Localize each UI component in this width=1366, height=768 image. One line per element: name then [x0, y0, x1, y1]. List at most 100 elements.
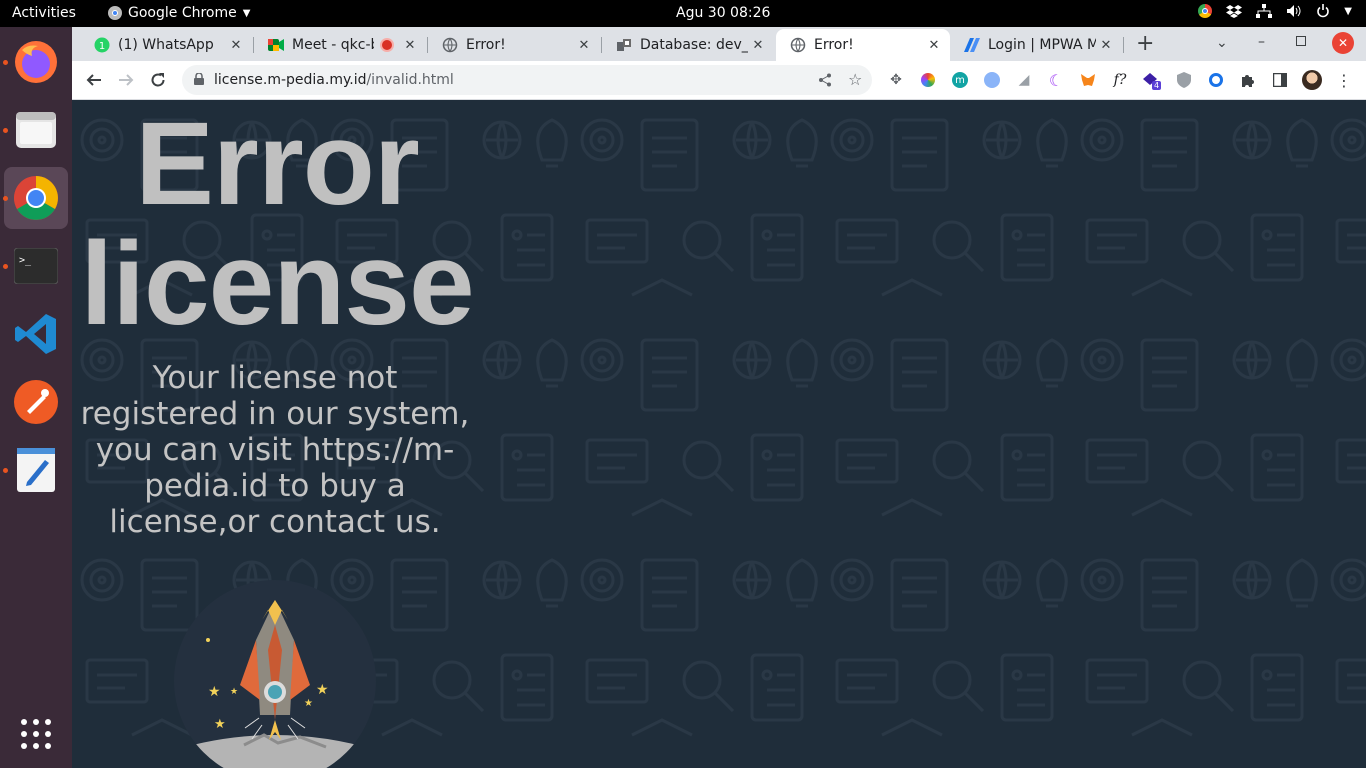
side-panel-icon[interactable] [1270, 70, 1290, 90]
svg-text:★: ★ [230, 687, 238, 697]
power-icon[interactable] [1316, 4, 1330, 18]
google-meet-icon [268, 37, 284, 53]
svg-text:>_: >_ [19, 255, 32, 266]
reload-button[interactable] [146, 68, 170, 92]
activities-button[interactable]: Activities [12, 5, 76, 21]
tab-mpwa-login[interactable]: Login | MPWA M ✕ [950, 29, 1122, 61]
tab-separator [1123, 37, 1124, 53]
tab-title: Error! [814, 37, 854, 53]
address-bar[interactable]: license.m-pedia.my.id/invalid.html ☆ [182, 65, 872, 95]
bookmark-star-icon[interactable]: ☆ [848, 70, 862, 89]
color-picker-extension-icon[interactable] [918, 70, 938, 90]
tab-search-button[interactable]: ⌄ [1216, 35, 1228, 51]
formula-extension-icon[interactable]: f? [1110, 70, 1130, 90]
svg-text:★: ★ [316, 682, 329, 698]
url-text[interactable]: license.m-pedia.my.id/invalid.html [214, 72, 454, 88]
dock-terminal[interactable]: >_ [3, 235, 68, 297]
error-title: Error license [72, 104, 482, 344]
share-icon[interactable] [818, 73, 832, 87]
volume-icon[interactable] [1286, 4, 1302, 18]
forward-button[interactable] [114, 68, 138, 92]
postman-icon [14, 380, 58, 424]
system-tray[interactable]: ▼ [1198, 4, 1352, 18]
close-icon[interactable]: ✕ [1096, 38, 1116, 53]
dark-mode-extension-icon[interactable]: ☾ [1046, 70, 1066, 90]
network-icon[interactable] [1256, 4, 1273, 18]
close-icon[interactable]: ✕ [226, 38, 246, 53]
url-host: license.m-pedia.my.id [214, 72, 367, 88]
running-indicator [3, 60, 8, 65]
back-button[interactable] [82, 68, 106, 92]
new-tab-button[interactable]: + [1136, 31, 1154, 56]
dock-text-editor[interactable] [3, 439, 68, 501]
running-indicator [3, 264, 8, 269]
error-title-line2: license [80, 218, 474, 350]
svg-text:1: 1 [99, 41, 105, 52]
tab-error-active[interactable]: Error! ✕ [776, 29, 950, 61]
profile-avatar[interactable] [1302, 70, 1322, 90]
minimize-button[interactable]: – [1258, 34, 1265, 50]
url-path: /invalid.html [366, 72, 454, 88]
more-menu-icon[interactable]: ⋮ [1334, 70, 1354, 90]
svg-text:★: ★ [214, 717, 226, 732]
page-content: Error license Your license not registere… [72, 100, 1366, 768]
files-icon [16, 112, 56, 148]
svg-text:★: ★ [304, 698, 313, 709]
running-indicator [3, 128, 8, 133]
close-icon[interactable]: ✕ [748, 38, 768, 53]
close-icon[interactable]: ✕ [400, 38, 420, 53]
extension-badge: 4 [1152, 81, 1162, 90]
running-indicator [3, 468, 8, 473]
terminal-icon: >_ [14, 248, 58, 284]
chrome-tray-icon[interactable] [1198, 4, 1213, 18]
dock-chrome[interactable] [3, 167, 68, 229]
dock-postman[interactable] [4, 371, 68, 433]
leaf-extension-icon[interactable]: ◢ [1014, 70, 1034, 90]
tab-title: Database: dev_l [640, 37, 748, 53]
firefox-icon [15, 41, 57, 83]
tab-title: Error! [466, 37, 506, 53]
show-applications-button[interactable] [4, 703, 68, 765]
recording-icon [380, 38, 394, 52]
dock-vscode[interactable] [4, 303, 68, 365]
error-message: Your license not registered in our syste… [80, 360, 470, 540]
puzzle-extensions-icon[interactable] [1238, 70, 1258, 90]
error-title-line1: Error [135, 100, 420, 230]
feather-extension-icon[interactable] [982, 70, 1002, 90]
mpwa-icon [964, 37, 980, 53]
move-extension-icon[interactable]: ✥ [886, 70, 906, 90]
globe-icon [790, 37, 806, 53]
dock-firefox[interactable] [3, 31, 68, 93]
tab-database[interactable]: Database: dev_l ✕ [602, 29, 774, 61]
arrow-left-icon [86, 74, 101, 86]
lock-icon[interactable] [194, 73, 204, 85]
metamask-extension-icon[interactable] [1078, 70, 1098, 90]
tab-whatsapp[interactable]: 1 (1) WhatsApp ✕ [80, 29, 252, 61]
tab-meet[interactable]: Meet - qkc-bs ✕ [254, 29, 426, 61]
dropbox-icon[interactable] [1226, 4, 1243, 18]
browser-toolbar: license.m-pedia.my.id/invalid.html ☆ ✥ m… [72, 61, 1366, 100]
tab-error-1[interactable]: Error! ✕ [428, 29, 600, 61]
restore-button[interactable] [1296, 36, 1306, 46]
close-window-button[interactable]: ✕ [1332, 32, 1354, 54]
text-editor-icon [17, 448, 55, 492]
close-icon[interactable]: ✕ [924, 38, 944, 53]
m-extension-icon[interactable]: m [950, 70, 970, 90]
shield-extension-icon[interactable] [1174, 70, 1194, 90]
rocket-illustration: ★ ★ ★ ★ ★ [174, 580, 376, 768]
tab-title: Login | MPWA M [988, 37, 1096, 53]
dock-files[interactable] [3, 99, 68, 161]
extension-badge-icon[interactable]: 4 [1142, 70, 1162, 90]
circle-extension-icon[interactable] [1206, 70, 1226, 90]
clock[interactable]: Agu 30 08:26 [676, 5, 770, 21]
app-menu[interactable]: Google Chrome ▼ [108, 5, 250, 21]
chrome-icon [108, 6, 122, 20]
whatsapp-icon: 1 [94, 37, 110, 53]
system-top-bar: Activities Google Chrome ▼ Agu 30 08:26 … [0, 0, 1366, 27]
chevron-down-icon[interactable]: ▼ [1344, 6, 1352, 17]
close-icon[interactable]: ✕ [574, 38, 594, 53]
svg-text:★: ★ [208, 684, 221, 700]
tab-strip: 1 (1) WhatsApp ✕ Meet - qkc-bs ✕ Error! … [72, 27, 1366, 61]
chevron-down-icon: ▼ [242, 7, 251, 19]
arrow-right-icon [119, 74, 134, 86]
